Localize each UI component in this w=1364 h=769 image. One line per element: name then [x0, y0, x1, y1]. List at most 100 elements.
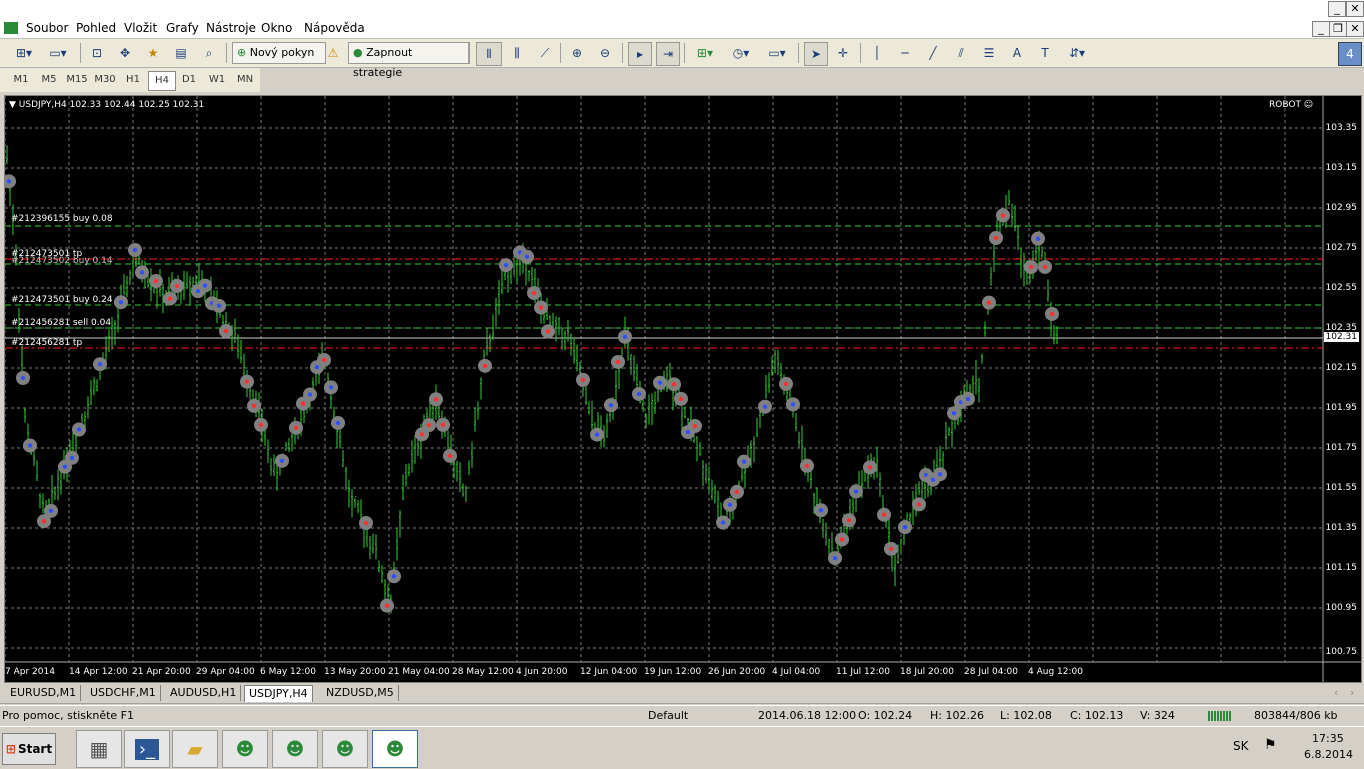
trade-marker-dot — [216, 303, 222, 309]
child-minimize-button[interactable]: _ — [1312, 21, 1330, 37]
menu-insert[interactable]: Vložit — [124, 21, 157, 35]
date-label: 14 Apr 12:00 — [69, 667, 128, 677]
order-label: #212473501 buy 0.24 — [11, 295, 113, 305]
menu-tools[interactable]: Nástroje — [206, 21, 256, 35]
status-profile: Default — [648, 709, 689, 722]
task-mt4-2[interactable]: ☻ — [272, 730, 318, 768]
zoom-out-icon[interactable]: ⊖ — [594, 42, 616, 64]
price-label: 102.55 — [1325, 283, 1358, 293]
menu-file[interactable]: Soubor — [26, 21, 68, 35]
tab-eurusd[interactable]: EURUSD,M1 — [6, 685, 82, 701]
cursor-icon[interactable]: ➤ — [804, 42, 828, 66]
child-close-button[interactable]: ✕ — [1346, 21, 1364, 37]
tab-usdjpy[interactable]: USDJPY,H4 — [244, 685, 313, 702]
tf-h1[interactable]: H1 — [120, 71, 146, 89]
tab-scroll-left-icon[interactable]: ‹ — [1334, 686, 1338, 699]
order-label: #212473502 buy 0.14 — [11, 256, 113, 266]
close-button[interactable]: ✕ — [1346, 1, 1364, 17]
terminal-icon[interactable]: ▤ — [170, 42, 192, 64]
tf-m1[interactable]: M1 — [8, 71, 34, 89]
trade-marker-dot — [524, 254, 530, 259]
chart-menu-icon[interactable]: ▼ — [9, 100, 19, 110]
periods-icon[interactable]: ◷▾ — [726, 42, 756, 64]
text-icon[interactable]: A — [1006, 42, 1028, 64]
warning-icon[interactable]: ⚠ — [322, 42, 344, 64]
date-label: 7 Apr 2014 — [5, 667, 55, 677]
clock-date[interactable]: 6.8.2014 — [1304, 748, 1353, 761]
menu-window[interactable]: Okno — [261, 21, 292, 35]
menu-charts[interactable]: Grafy — [166, 21, 199, 35]
line-chart-icon[interactable]: ⟋ — [534, 42, 556, 64]
equidistant-channel-icon[interactable]: ⫽ — [950, 42, 972, 64]
profiles-icon[interactable]: ▭▾ — [44, 42, 72, 64]
task-server-manager[interactable]: ▦ — [76, 730, 122, 768]
tf-w1[interactable]: W1 — [204, 71, 230, 89]
clock-time[interactable]: 17:35 — [1312, 732, 1344, 745]
trade-marker-dot — [167, 296, 173, 301]
action-center-flag-icon[interactable]: ⚑ — [1264, 737, 1277, 753]
task-explorer[interactable]: ▰ — [172, 730, 218, 768]
task-mt4-3[interactable]: ☻ — [322, 730, 368, 768]
status-traffic: 803844/806 kb — [1254, 709, 1338, 722]
fibonacci-icon[interactable]: ☰ — [978, 42, 1000, 64]
trade-marker-dot — [62, 464, 68, 469]
child-restore-button[interactable]: ❐ — [1329, 21, 1347, 37]
tab-usdchf[interactable]: USDCHF,M1 — [86, 685, 161, 701]
tf-m5[interactable]: M5 — [36, 71, 62, 89]
powershell-icon: ›_ — [134, 738, 160, 760]
tf-h4[interactable]: H4 — [148, 71, 176, 91]
text-label-icon[interactable]: T — [1034, 42, 1056, 64]
trade-marker-dot — [846, 518, 852, 523]
trade-marker-dot — [27, 443, 33, 448]
trade-marker-dot — [818, 508, 824, 513]
horizontal-line-icon[interactable]: ─ — [894, 42, 916, 64]
task-mt4-4[interactable]: ☻ — [372, 730, 418, 768]
chart-shift-icon[interactable]: ⇥ — [656, 42, 680, 66]
price-chart[interactable]: ▼ USDJPY,H4 102.33 102.44 102.25 102.31 … — [4, 95, 1362, 683]
favorites-icon[interactable]: ★ — [142, 42, 164, 64]
task-powershell[interactable]: ›_ — [124, 730, 170, 768]
trade-marker-dot — [258, 422, 264, 428]
metatrader-icon: ☻ — [335, 738, 355, 760]
trade-marker-dot — [615, 359, 621, 365]
tf-m30[interactable]: M30 — [92, 71, 118, 89]
crosshair-icon[interactable]: ✛ — [832, 42, 854, 64]
bar-chart-icon[interactable]: ⫴ — [476, 42, 502, 66]
tab-audusd[interactable]: AUDUSD,H1 — [166, 685, 242, 701]
templates-icon[interactable]: ▭▾ — [762, 42, 792, 64]
tester-icon[interactable]: ⌕ — [198, 42, 220, 64]
autoscroll-icon[interactable]: ▸ — [628, 42, 652, 66]
start-button[interactable]: ⊞ Start — [2, 733, 56, 765]
trade-marker-dot — [20, 375, 26, 381]
trade-marker-dot — [314, 365, 320, 370]
task-mt4-1[interactable]: ☻ — [222, 730, 268, 768]
tf-m15[interactable]: M15 — [64, 71, 90, 89]
arrows-icon[interactable]: ⇵▾ — [1062, 42, 1092, 64]
trade-marker-dot — [6, 179, 12, 184]
tf-mn[interactable]: MN — [232, 71, 258, 89]
tab-nzdusd[interactable]: NZDUSD,M5 — [322, 685, 399, 701]
new-chart-icon[interactable]: ⊞▾ — [10, 42, 38, 64]
price-label: 101.35 — [1325, 523, 1358, 533]
trendline-icon[interactable]: ╱ — [922, 42, 944, 64]
vertical-line-icon[interactable]: │ — [866, 42, 888, 64]
tab-scroll-right-icon[interactable]: › — [1350, 686, 1354, 699]
new-order-button[interactable]: ⊕ Nový pokyn — [232, 42, 326, 64]
trade-marker-dot — [363, 520, 369, 526]
language-indicator[interactable]: SK — [1233, 739, 1249, 753]
menu-help[interactable]: Nápověda — [304, 21, 365, 35]
market-watch-icon[interactable]: ⊡ — [86, 42, 108, 64]
navigator-icon[interactable]: ✥ — [114, 42, 136, 64]
trade-marker-dot — [1042, 264, 1048, 270]
zoom-in-icon[interactable]: ⊕ — [566, 42, 588, 64]
menu-view[interactable]: Pohled — [76, 21, 116, 35]
minimize-button[interactable]: _ — [1328, 1, 1346, 17]
connection-bars-icon — [1208, 711, 1232, 721]
autotrading-button[interactable]: ● Zapnout strategie — [348, 42, 470, 79]
candlestick-icon[interactable]: ⫼ — [506, 42, 528, 64]
alerts-badge[interactable]: 4 — [1338, 42, 1362, 66]
tf-d1[interactable]: D1 — [176, 71, 202, 89]
indicators-icon[interactable]: ⊞▾ — [690, 42, 720, 64]
chart-canvas[interactable] — [5, 96, 1361, 682]
status-volume: V: 324 — [1140, 709, 1175, 722]
